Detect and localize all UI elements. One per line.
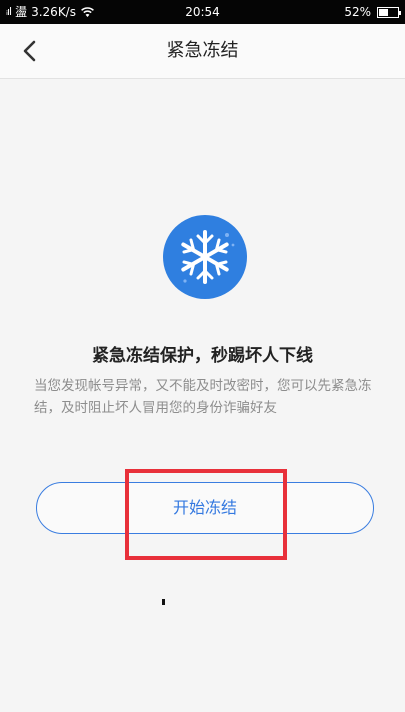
snowflake-icon (163, 215, 247, 299)
status-right: 52% (344, 0, 401, 24)
headline: 紧急冻结保护，秒踢坏人下线 (92, 346, 313, 366)
battery-fill (379, 8, 388, 16)
phone-screen: ᵢıl 盪 3.26K/s 20:54 52% 紧急冻结 紧急冻结保护，秒踢坏人… (0, 0, 405, 712)
description-text: 当您发现帐号异常，又不能及时改密时，您可以先紧急冻结，及时阻止坏人冒用您的身份诈… (34, 378, 372, 416)
status-bar: ᵢıl 盪 3.26K/s 20:54 52% (0, 0, 405, 24)
battery-percent: 52% (344, 5, 371, 19)
navigation-bar: 紧急冻结 (0, 24, 405, 79)
main-content: 紧急冻结保护，秒踢坏人下线 当您发现帐号异常，又不能及时改密时，您可以先紧急冻结… (0, 79, 405, 712)
battery-icon (377, 6, 401, 18)
page-title: 紧急冻结 (166, 40, 239, 61)
highlight-box (125, 469, 287, 560)
stray-mark (162, 599, 165, 605)
